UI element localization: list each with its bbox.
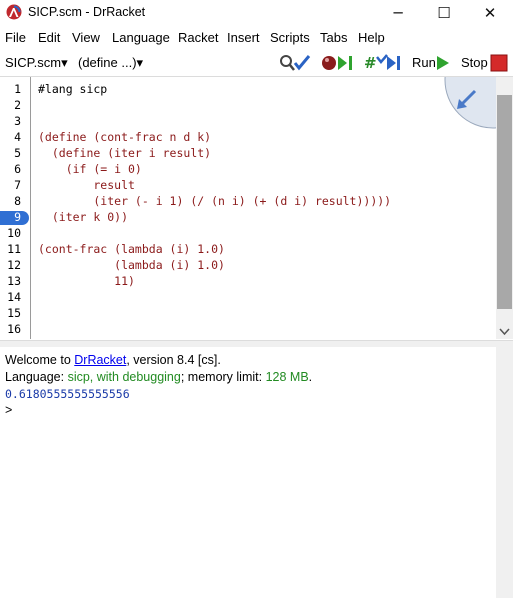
line-number: 3 (14, 114, 21, 128)
line-number: 8 (14, 194, 21, 208)
drracket-link[interactable]: DrRacket (74, 353, 126, 367)
memory-prefix: ; memory limit: (180, 370, 266, 384)
line-number: 12 (7, 258, 21, 272)
menu-help[interactable]: Help (358, 30, 385, 45)
code-line: 11) (38, 274, 135, 288)
define-dropdown[interactable]: (define ...)▾ (78, 55, 143, 71)
code-line: #lang sicp (38, 82, 108, 96)
run-button-label[interactable]: Run (412, 55, 436, 70)
line-number: 2 (14, 98, 21, 112)
line-number: 11 (7, 242, 21, 256)
code-line: (lambda (i) 1.0) (38, 258, 225, 272)
check-syntax-icon[interactable] (278, 53, 312, 73)
drracket-logo-icon (6, 4, 22, 20)
running-indicator-icon (444, 77, 496, 129)
line-number: 13 (7, 274, 21, 288)
menu-scripts[interactable]: Scripts (270, 30, 310, 45)
menu-language[interactable]: Language (112, 30, 170, 45)
svg-text:#: # (364, 54, 377, 72)
interactions-pane[interactable]: Welcome to DrRacket, version 8.4 [cs]. L… (0, 347, 496, 598)
line-number: 10 (7, 226, 21, 240)
menu-insert[interactable]: Insert (227, 30, 260, 45)
line-number: 6 (14, 162, 21, 176)
close-button[interactable]: ✕ (467, 0, 513, 26)
language-value: sicp, with debugging (67, 370, 181, 384)
line-number: 4 (14, 130, 21, 144)
language-prefix: Language: (5, 370, 68, 384)
minimize-icon: ─ (393, 4, 403, 22)
line-number: 16 (7, 322, 21, 336)
line-number-breakpoint: 9 (14, 210, 21, 224)
menu-racket[interactable]: Racket (178, 30, 218, 45)
title-bar: SICP.scm - DrRacket ─ ☐ ✕ (0, 0, 513, 26)
line-number: 7 (14, 178, 21, 192)
welcome-suffix: , version 8.4 [cs]. (126, 353, 221, 367)
definitions-editor[interactable]: 1 2 3 4 5 6 7 8 9 10 11 12 13 14 15 16 #… (0, 77, 513, 339)
toolbar: SICP.scm▾ (define ...)▾ # Run Stop (0, 50, 513, 77)
close-icon: ✕ (483, 4, 497, 22)
minimize-button[interactable]: ─ (375, 0, 421, 26)
run-icon[interactable] (435, 54, 451, 72)
line-number: 15 (7, 306, 21, 320)
stop-button-label[interactable]: Stop (461, 55, 488, 70)
menu-file[interactable]: File (5, 30, 26, 45)
window-title: SICP.scm - DrRacket (28, 5, 146, 19)
code-line: (cont-frac (lambda (i) 1.0) (38, 242, 225, 256)
code-line: (iter (- i 1) (/ (n i) (+ (d i) result))… (38, 194, 392, 208)
code-line: (if (= i 0) (38, 162, 142, 176)
result-output: 0.6180555555555556 (5, 387, 130, 401)
maximize-icon: ☐ (437, 4, 451, 22)
menu-edit[interactable]: Edit (38, 30, 60, 45)
memory-value: 128 MB (265, 370, 309, 384)
line-number-gutter: 1 2 3 4 5 6 7 8 9 10 11 12 13 14 15 16 (0, 77, 31, 339)
welcome-line: Welcome to DrRacket, version 8.4 [cs]. (5, 353, 221, 367)
code-line: (iter k 0)) (38, 210, 129, 224)
scroll-down-icon[interactable] (499, 328, 510, 336)
memory-suffix: . (308, 370, 313, 384)
code-line: (define (cont-frac n d k) (38, 130, 212, 144)
line-number: 1 (14, 82, 21, 96)
line-number: 5 (14, 146, 21, 160)
menu-view[interactable]: View (72, 30, 100, 45)
stop-icon[interactable] (490, 54, 508, 72)
macro-stepper-icon[interactable]: # (363, 53, 403, 73)
menu-bar: File Edit View Language Racket Insert Sc… (0, 28, 513, 50)
maximize-button[interactable]: ☐ (421, 0, 467, 26)
code-line: result (38, 178, 135, 192)
repl-scrollbar[interactable] (496, 347, 513, 598)
editor-scrollbar-thumb[interactable] (497, 95, 512, 309)
file-dropdown[interactable]: SICP.scm▾ (5, 55, 68, 71)
code-line: (define (iter i result) (38, 146, 212, 160)
debug-icon[interactable] (320, 53, 356, 73)
welcome-prefix: Welcome to (5, 353, 75, 367)
language-line: Language: sicp, with debugging; memory l… (5, 370, 312, 384)
menu-tabs[interactable]: Tabs (320, 30, 347, 45)
line-number: 14 (7, 290, 21, 304)
repl-prompt[interactable]: > (5, 403, 12, 417)
editor-scrollbar[interactable] (496, 77, 513, 339)
